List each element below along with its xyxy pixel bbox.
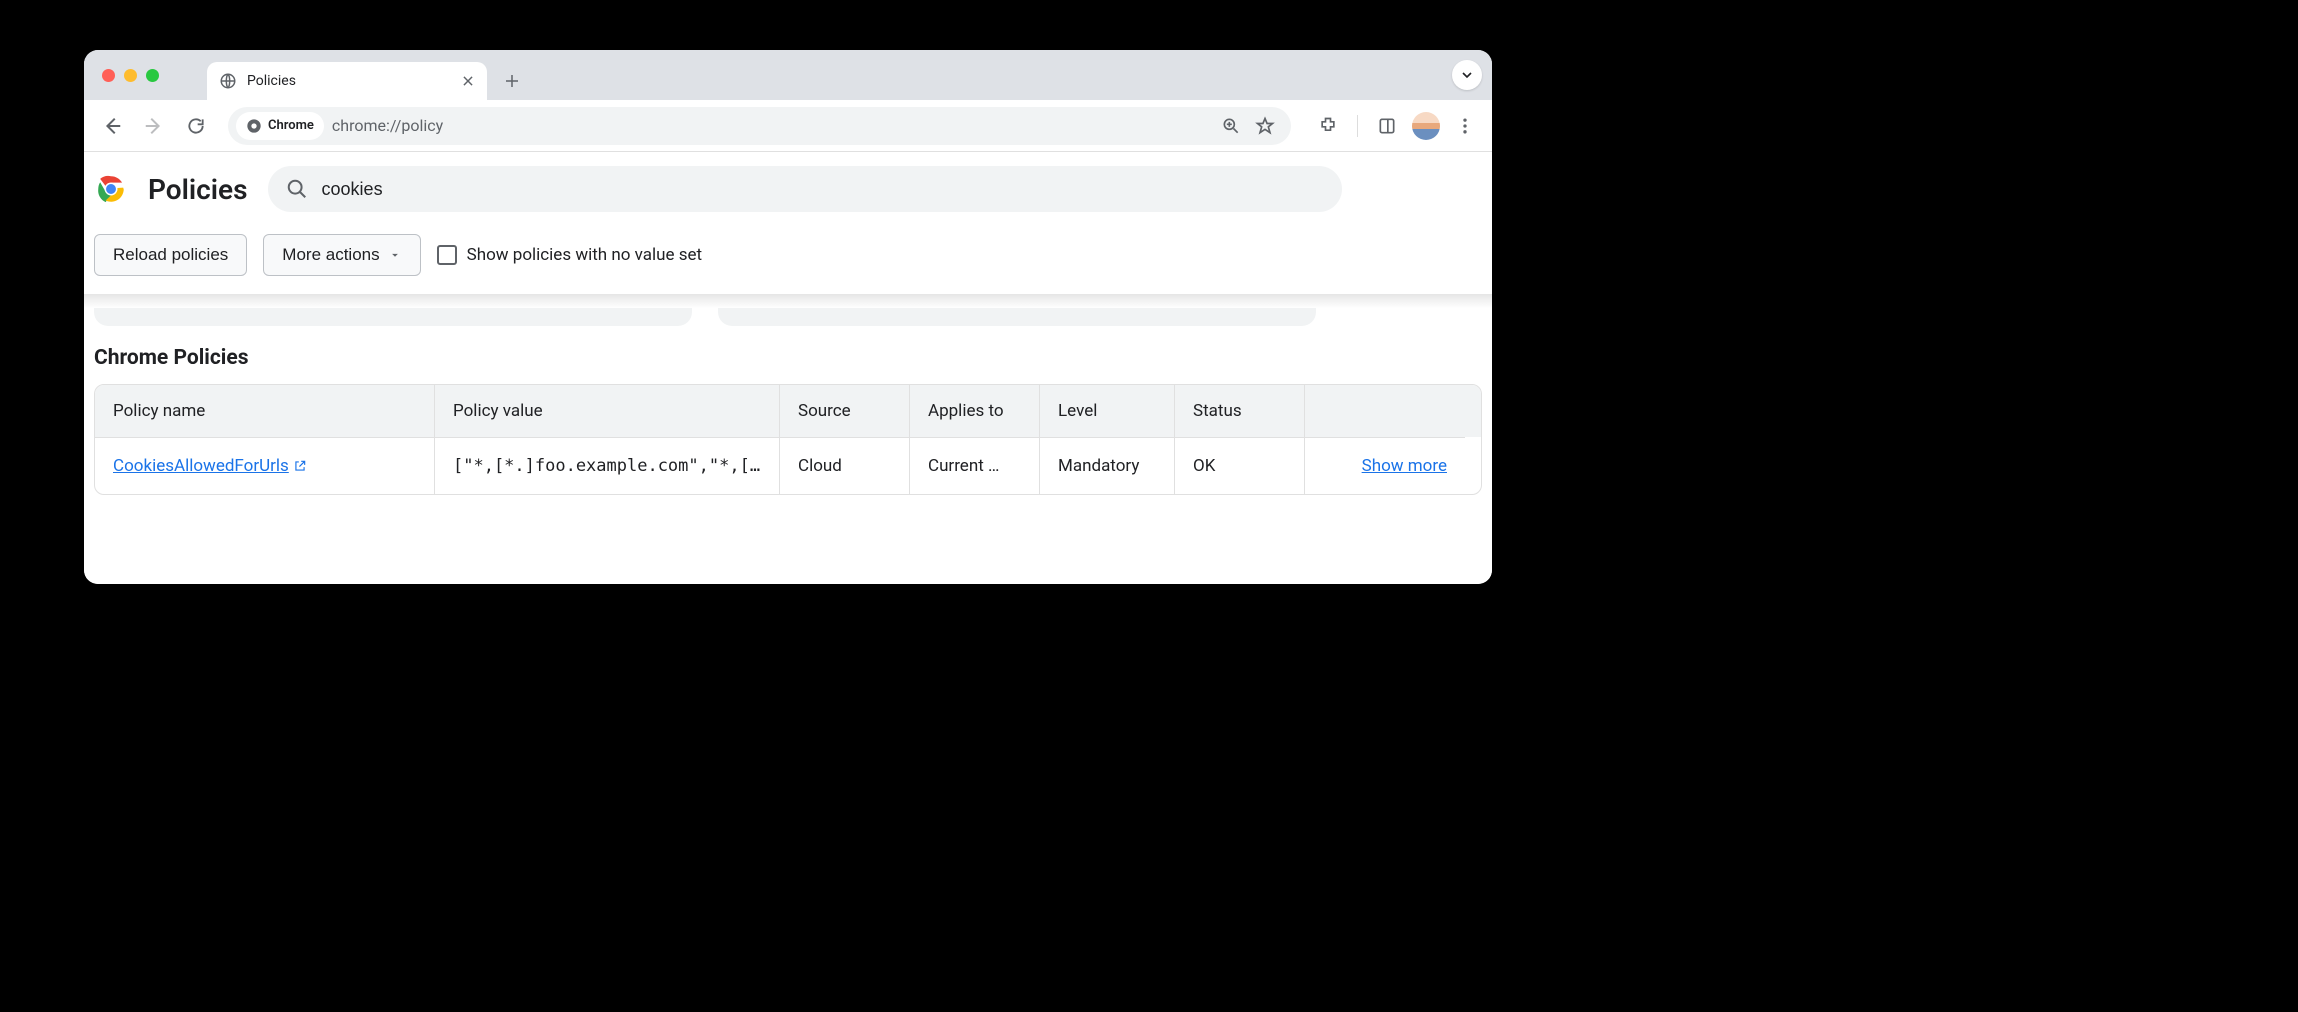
- cell-policy-value: ["*,[*.]foo.example.com","*,[*.…: [435, 437, 780, 494]
- policy-search-bar[interactable]: [268, 166, 1342, 212]
- info-cards-row: [84, 308, 1492, 326]
- reload-policies-button[interactable]: Reload policies: [94, 234, 247, 276]
- url-text: chrome://policy: [332, 116, 1213, 135]
- show-no-value-checkbox[interactable]: Show policies with no value set: [437, 245, 703, 265]
- page-title: Policies: [148, 173, 248, 206]
- action-bar: Reload policies More actions Show polici…: [84, 220, 1492, 294]
- policy-search-input[interactable]: [322, 179, 1324, 200]
- col-level: Level: [1040, 385, 1175, 437]
- caret-down-icon: [388, 248, 402, 262]
- window-minimize-button[interactable]: [124, 69, 137, 82]
- window-close-button[interactable]: [102, 69, 115, 82]
- show-more-link[interactable]: Show more: [1323, 456, 1447, 476]
- browser-toolbar: Chrome chrome://policy: [84, 100, 1492, 152]
- col-source: Source: [780, 385, 910, 437]
- address-bar[interactable]: Chrome chrome://policy: [228, 107, 1291, 145]
- cell-source: Cloud: [780, 437, 910, 494]
- col-policy-name: Policy name: [95, 385, 435, 437]
- forward-button[interactable]: [136, 108, 172, 144]
- cell-applies-to: Current …: [910, 437, 1040, 494]
- chrome-icon: [246, 118, 262, 134]
- search-icon: [286, 178, 308, 200]
- chrome-logo-icon: [94, 172, 128, 206]
- show-no-value-label: Show policies with no value set: [467, 245, 703, 265]
- table-header-row: Policy name Policy value Source Applies …: [95, 385, 1481, 437]
- site-chip[interactable]: Chrome: [236, 112, 324, 140]
- extensions-button[interactable]: [1311, 109, 1345, 143]
- window-maximize-button[interactable]: [146, 69, 159, 82]
- bookmark-icon[interactable]: [1255, 116, 1275, 136]
- reload-policies-label: Reload policies: [113, 245, 228, 265]
- header-shadow: [84, 294, 1492, 308]
- profile-avatar[interactable]: [1412, 112, 1440, 140]
- back-button[interactable]: [94, 108, 130, 144]
- more-actions-label: More actions: [282, 245, 379, 265]
- col-status: Status: [1175, 385, 1305, 437]
- external-link-icon: [293, 459, 307, 473]
- page-content: Policies Reload policies More actions Sh: [84, 152, 1492, 584]
- cell-status: OK: [1175, 437, 1305, 494]
- policy-link[interactable]: CookiesAllowedForUrls: [113, 456, 307, 476]
- zoom-icon[interactable]: [1221, 116, 1241, 136]
- globe-icon: [219, 72, 237, 90]
- cell-policy-name: CookiesAllowedForUrls: [95, 437, 435, 494]
- more-actions-button[interactable]: More actions: [263, 234, 420, 276]
- policy-table: Policy name Policy value Source Applies …: [94, 384, 1482, 495]
- tab-close-button[interactable]: [461, 74, 475, 88]
- cell-actions: Show more: [1305, 437, 1465, 494]
- tab-search-button[interactable]: [1452, 60, 1482, 90]
- info-card-stub: [718, 308, 1316, 326]
- new-tab-button[interactable]: [497, 66, 527, 96]
- col-actions: [1305, 385, 1465, 437]
- site-chip-label: Chrome: [268, 118, 314, 133]
- table-row: CookiesAllowedForUrls ["*,[*.]foo.exampl…: [95, 437, 1481, 494]
- page-header: Policies: [84, 152, 1492, 220]
- side-panel-button[interactable]: [1370, 109, 1404, 143]
- col-policy-value: Policy value: [435, 385, 780, 437]
- browser-window: Policies Chrome: [84, 50, 1492, 584]
- tab-title: Policies: [247, 73, 451, 89]
- toolbar-divider: [1357, 115, 1358, 137]
- cell-level: Mandatory: [1040, 437, 1175, 494]
- browser-tab[interactable]: Policies: [207, 62, 487, 100]
- tab-strip: Policies: [84, 50, 1492, 100]
- info-card-stub: [94, 308, 692, 326]
- toolbar-right: [1305, 109, 1482, 143]
- section-title: Chrome Policies: [84, 326, 1492, 384]
- reload-button[interactable]: [178, 108, 214, 144]
- policy-name-text: CookiesAllowedForUrls: [113, 456, 289, 476]
- col-applies-to: Applies to: [910, 385, 1040, 437]
- window-controls: [84, 50, 177, 100]
- checkbox-icon: [437, 245, 457, 265]
- menu-button[interactable]: [1448, 109, 1482, 143]
